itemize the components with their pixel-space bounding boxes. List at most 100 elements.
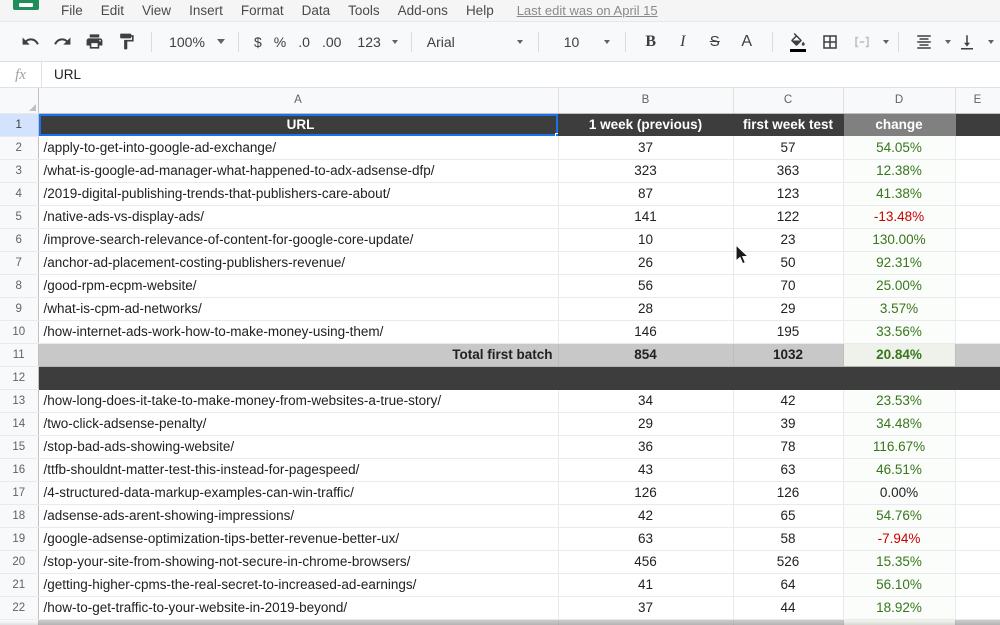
cell-D23[interactable] <box>843 619 956 625</box>
row-header-23[interactable]: 23 <box>0 619 39 625</box>
row-header-17[interactable]: 17 <box>0 481 39 505</box>
zoom-control[interactable]: 100% <box>161 34 229 50</box>
font-family-select[interactable]: Arial <box>421 34 529 50</box>
menu-item-data[interactable]: Data <box>293 0 340 22</box>
menu-item-format[interactable]: Format <box>232 0 293 22</box>
row-header-16[interactable]: 16 <box>0 458 39 482</box>
increase-decimal-button[interactable]: .00 <box>316 34 347 50</box>
cell-D19[interactable]: -7.94% <box>843 527 956 551</box>
cell-B4[interactable]: 87 <box>558 182 734 206</box>
cell-B20[interactable]: 456 <box>558 550 734 574</box>
cell-E21[interactable] <box>955 573 1000 597</box>
cell-C5[interactable]: 122 <box>733 205 844 229</box>
cell-A12[interactable] <box>38 366 559 390</box>
cell-B16[interactable]: 43 <box>558 458 734 482</box>
menu-item-help[interactable]: Help <box>457 0 503 22</box>
cell-A2[interactable]: /apply-to-get-into-google-ad-exchange/ <box>38 136 559 160</box>
cell-C23[interactable] <box>733 619 844 625</box>
more-formats-button[interactable]: 123 <box>347 34 401 50</box>
cell-B5[interactable]: 141 <box>558 205 734 229</box>
menu-item-insert[interactable]: Insert <box>180 0 232 22</box>
cell-E9[interactable] <box>955 297 1000 321</box>
cell-B14[interactable]: 29 <box>558 412 734 436</box>
cell-E14[interactable] <box>955 412 1000 436</box>
cell-A5[interactable]: /native-ads-vs-display-ads/ <box>38 205 559 229</box>
cell-C18[interactable]: 65 <box>733 504 844 528</box>
row-header-2[interactable]: 2 <box>0 136 39 160</box>
cell-C22[interactable]: 44 <box>733 596 844 620</box>
cell-A7[interactable]: /anchor-ad-placement-costing-publishers-… <box>38 251 559 275</box>
cell-B13[interactable]: 34 <box>558 389 734 413</box>
column-header-d[interactable]: D <box>843 88 956 114</box>
cell-C11[interactable]: 1032 <box>733 343 844 367</box>
cell-E13[interactable] <box>955 389 1000 413</box>
cell-B15[interactable]: 36 <box>558 435 734 459</box>
row-header-9[interactable]: 9 <box>0 297 39 321</box>
menu-item-edit[interactable]: Edit <box>92 0 133 22</box>
cell-E6[interactable] <box>955 228 1000 252</box>
cell-C10[interactable]: 195 <box>733 320 844 344</box>
font-size-select[interactable]: 10 <box>548 34 616 50</box>
row-header-22[interactable]: 22 <box>0 596 39 620</box>
row-header-20[interactable]: 20 <box>0 550 39 574</box>
row-header-8[interactable]: 8 <box>0 274 39 298</box>
cell-C20[interactable]: 526 <box>733 550 844 574</box>
row-header-13[interactable]: 13 <box>0 389 39 413</box>
menu-item-file[interactable]: File <box>52 0 92 22</box>
cell-A18[interactable]: /adsense-ads-arent-showing-impressions/ <box>38 504 559 528</box>
chevron-down-icon[interactable] <box>882 39 889 44</box>
cell-B9[interactable]: 28 <box>558 297 734 321</box>
cell-E12[interactable] <box>955 366 1000 390</box>
cell-A16[interactable]: /ttfb-shouldnt-matter-test-this-instead-… <box>38 458 559 482</box>
menu-item-view[interactable]: View <box>133 0 180 22</box>
cell-E23[interactable] <box>955 619 1000 625</box>
row-header-21[interactable]: 21 <box>0 573 39 597</box>
cell-D22[interactable]: 18.92% <box>843 596 956 620</box>
cell-D13[interactable]: 23.53% <box>843 389 956 413</box>
row-header-19[interactable]: 19 <box>0 527 39 551</box>
row-header-7[interactable]: 7 <box>0 251 39 275</box>
fill-color-icon[interactable] <box>784 28 812 56</box>
cell-B3[interactable]: 323 <box>558 159 734 183</box>
cell-B1[interactable]: 1 week (previous) <box>558 113 734 136</box>
row-header-12[interactable]: 12 <box>0 366 39 390</box>
cell-E20[interactable] <box>955 550 1000 574</box>
cell-A9[interactable]: /what-is-cpm-ad-networks/ <box>38 297 559 321</box>
decrease-decimal-button[interactable]: .0 <box>292 34 316 50</box>
cell-E18[interactable] <box>955 504 1000 528</box>
cell-B6[interactable]: 10 <box>558 228 734 252</box>
cell-D7[interactable]: 92.31% <box>843 251 956 275</box>
cell-E2[interactable] <box>955 136 1000 160</box>
italic-button[interactable]: I <box>669 28 697 56</box>
print-icon[interactable] <box>80 28 108 56</box>
row-header-10[interactable]: 10 <box>0 320 39 344</box>
row-header-6[interactable]: 6 <box>0 228 39 252</box>
cell-E22[interactable] <box>955 596 1000 620</box>
percent-format-button[interactable]: % <box>268 34 292 50</box>
cell-D8[interactable]: 25.00% <box>843 274 956 298</box>
cell-E8[interactable] <box>955 274 1000 298</box>
cell-C15[interactable]: 78 <box>733 435 844 459</box>
cell-D18[interactable]: 54.76% <box>843 504 956 528</box>
cell-D10[interactable]: 33.56% <box>843 320 956 344</box>
cell-B22[interactable]: 37 <box>558 596 734 620</box>
row-header-3[interactable]: 3 <box>0 159 39 183</box>
cell-C14[interactable]: 39 <box>733 412 844 436</box>
cell-B17[interactable]: 126 <box>558 481 734 505</box>
cell-C6[interactable]: 23 <box>733 228 844 252</box>
cell-A1[interactable]: URL <box>38 113 559 136</box>
borders-icon[interactable] <box>816 28 844 56</box>
cell-B21[interactable]: 41 <box>558 573 734 597</box>
cell-D15[interactable]: 116.67% <box>843 435 956 459</box>
cell-E16[interactable] <box>955 458 1000 482</box>
cell-A21[interactable]: /getting-higher-cpms-the-real-secret-to-… <box>38 573 559 597</box>
column-header-b[interactable]: B <box>558 88 734 114</box>
row-header-5[interactable]: 5 <box>0 205 39 229</box>
column-header-a[interactable]: A <box>38 88 559 114</box>
menu-item-add-ons[interactable]: Add-ons <box>389 0 457 22</box>
undo-icon[interactable] <box>16 28 44 56</box>
cell-A10[interactable]: /how-internet-ads-work-how-to-make-money… <box>38 320 559 344</box>
cell-B18[interactable]: 42 <box>558 504 734 528</box>
cell-A23[interactable]: Total 2nd batch <box>38 619 559 625</box>
paint-format-icon[interactable] <box>112 28 140 56</box>
